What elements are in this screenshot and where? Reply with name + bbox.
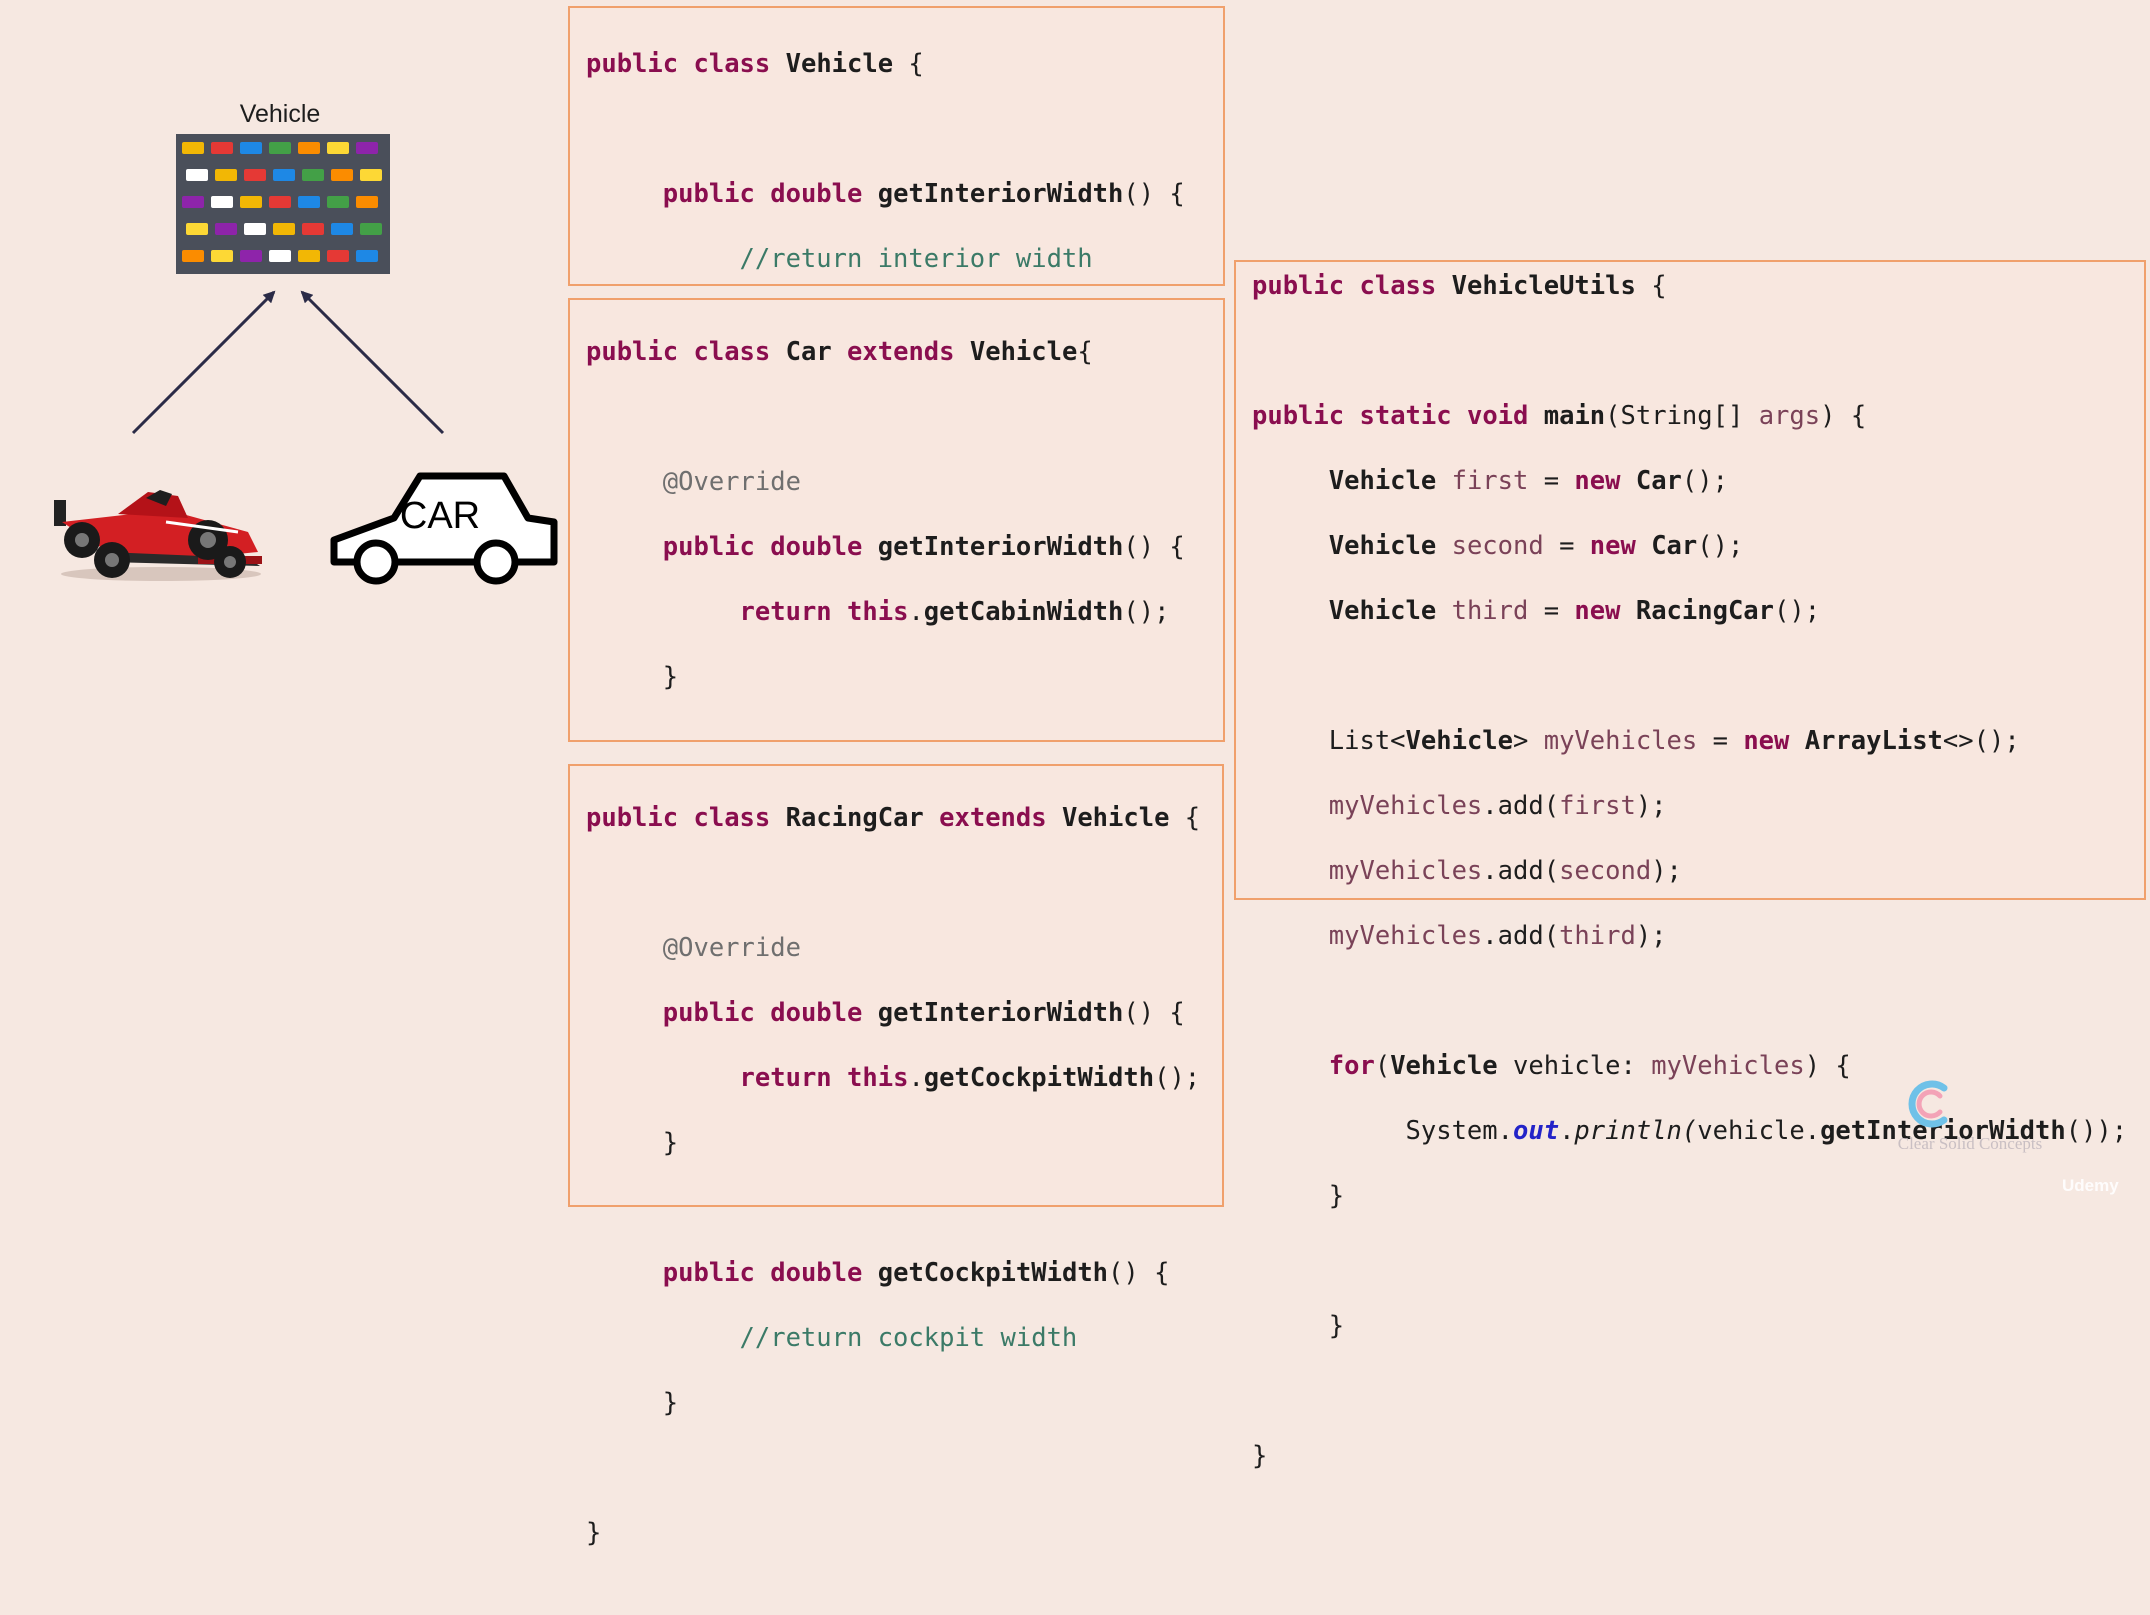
code-line: public class RacingCar extends Vehicle {	[586, 803, 1201, 833]
code-line: public double getInteriorWidth() {	[662, 179, 1185, 209]
code-line: List<Vehicle> myVehicles = new ArrayList…	[1252, 726, 2020, 756]
vehicle-utils-class-code: public class VehicleUtils { public stati…	[1252, 270, 2127, 1538]
code-line: Vehicle second = new Car();	[1328, 531, 1744, 561]
code-line: myVehicles.add(third);	[1328, 921, 1667, 951]
code-line: public class VehicleUtils {	[1252, 271, 1667, 301]
code-line: public class Car extends Vehicle{	[586, 337, 1093, 367]
car-inherits-arrow	[300, 290, 445, 435]
code-line: //return interior width	[586, 244, 1093, 274]
car-class-code-box: public class Car extends Vehicle{ @Overr…	[568, 298, 1225, 1082]
code-line: public static void main(String[] args) {	[1252, 401, 1867, 431]
clear-solid-concepts-logo-icon	[1908, 1080, 1948, 1128]
racing-car-image	[54, 490, 262, 581]
code-line: myVehicles.add(first);	[1328, 791, 1667, 821]
code-line: }	[1252, 1441, 1268, 1471]
vehicle-class-code-box: public class Vehicle { public double get…	[568, 6, 1225, 469]
code-line: Vehicle third = new RacingCar();	[1328, 596, 1821, 626]
inheritance-arrows	[131, 290, 445, 435]
code-line: @Override	[586, 933, 801, 963]
car-outline-drawing: CAR	[330, 472, 558, 585]
brand-logo-text: Clear Solid Concepts	[1897, 1134, 2043, 1153]
code-line: }	[1252, 1181, 1345, 1211]
code-line: for(Vehicle vehicle: myVehicles) {	[1328, 1051, 1851, 1081]
code-line: }	[1252, 1311, 1345, 1341]
code-line: }	[586, 1388, 679, 1418]
code-line: public double getCockpitWidth() {	[662, 1258, 1170, 1288]
code-line: }	[586, 1518, 602, 1548]
code-line: //return cockpit width	[586, 1323, 1078, 1353]
racing-car-class-code: public class RacingCar extends Vehicle {…	[586, 802, 1200, 1615]
car-label: CAR	[400, 495, 480, 537]
vehicle-utils-class-code-box: public class VehicleUtils { public stati…	[1234, 260, 2146, 1471]
code-line: return this.getCabinWidth();	[739, 597, 1170, 627]
code-line: Vehicle first = new Car();	[1328, 466, 1728, 496]
code-line: @Override	[586, 467, 801, 497]
platform-watermark: Udemy	[2062, 1176, 2119, 1195]
code-line: }	[586, 662, 679, 692]
code-line: public class Vehicle {	[586, 49, 924, 79]
code-line: public double getInteriorWidth() {	[662, 998, 1185, 1028]
code-line: return this.getCockpitWidth();	[739, 1063, 1201, 1093]
code-line: }	[586, 1128, 679, 1158]
code-line: public double getInteriorWidth() {	[662, 532, 1185, 562]
racing-car-inherits-arrow	[131, 290, 276, 435]
racing-car-class-code-box: public class RacingCar extends Vehicle {…	[568, 764, 1224, 1548]
code-line: myVehicles.add(second);	[1328, 856, 1682, 886]
